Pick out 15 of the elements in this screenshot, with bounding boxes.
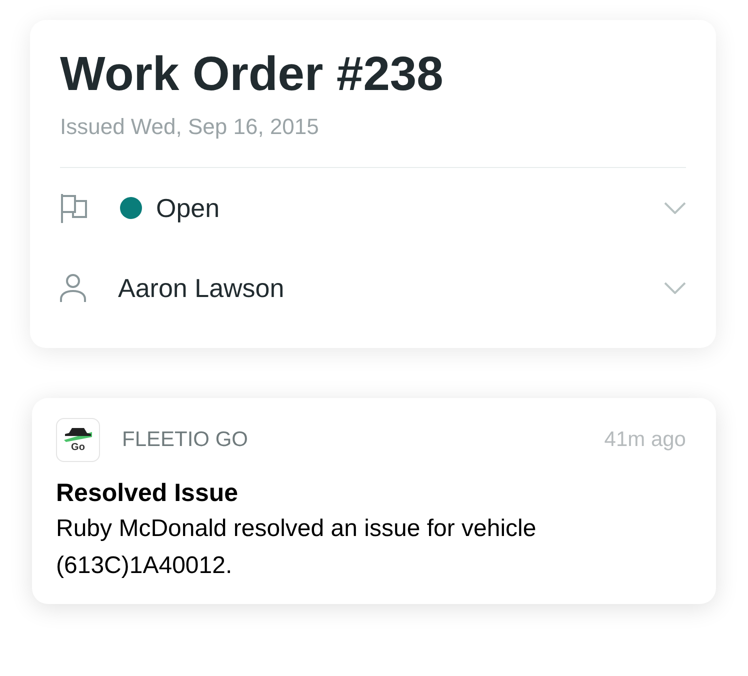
app-icon-label: Go bbox=[71, 442, 85, 454]
flag-icon bbox=[60, 193, 88, 223]
chevron-down-icon[interactable] bbox=[664, 282, 686, 294]
notification-time: 41m ago bbox=[604, 427, 686, 454]
work-order-title: Work Order #238 bbox=[60, 47, 444, 103]
assignee-dropdown[interactable]: Aaron Lawson bbox=[60, 248, 686, 328]
chevron-down-icon[interactable] bbox=[664, 202, 686, 214]
notification-message: Ruby McDonald resolved an issue for vehicle (613C)1A40012. bbox=[56, 514, 538, 581]
app-name: FLEETIO GO bbox=[122, 427, 250, 454]
assignee-name: Aaron Lawson bbox=[118, 272, 286, 304]
status-dropdown[interactable]: Open bbox=[60, 168, 686, 248]
status-label: Open bbox=[156, 192, 221, 224]
notification-title: Resolved Issue bbox=[56, 478, 240, 509]
person-icon bbox=[60, 273, 86, 303]
issued-date: Issued Wed, Sep 16, 2015 bbox=[60, 113, 320, 141]
